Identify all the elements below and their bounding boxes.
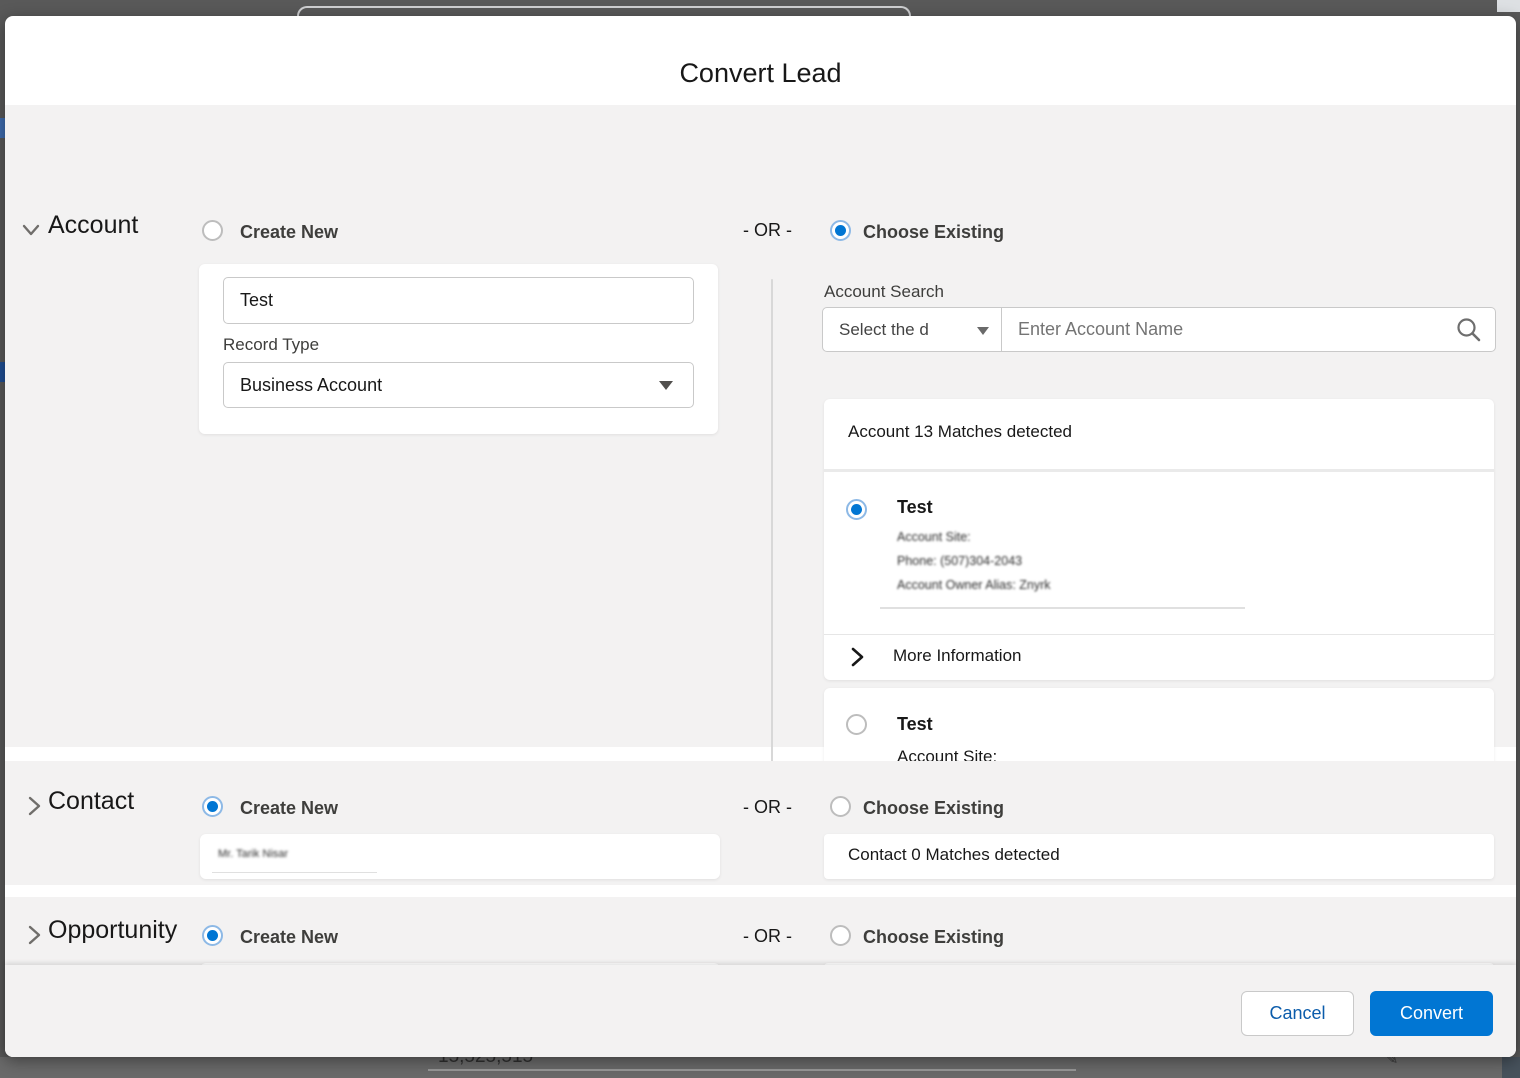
page-behind-overlay: 15,525,515 ✎ bbox=[0, 1057, 1520, 1078]
record-type-select[interactable]: Business Account bbox=[223, 362, 694, 408]
match1-divider bbox=[880, 607, 1245, 609]
account-choose-existing-radio[interactable] bbox=[830, 220, 851, 241]
account-create-new-label: Create New bbox=[240, 222, 338, 243]
convert-button[interactable]: Convert bbox=[1370, 991, 1493, 1036]
account-match1-radio[interactable] bbox=[846, 499, 867, 520]
contact-choose-existing-label: Choose Existing bbox=[863, 798, 1004, 819]
contact-name-field[interactable]: Mr. Tarik Nisar bbox=[200, 834, 720, 879]
account-match2-name: Test bbox=[897, 714, 933, 735]
opportunity-or-separator: - OR - bbox=[743, 926, 792, 947]
contact-section-label: Contact bbox=[48, 787, 134, 816]
opportunity-choose-existing-radio[interactable] bbox=[830, 925, 851, 946]
modal-title: Convert Lead bbox=[5, 58, 1516, 89]
chevron-right-icon[interactable] bbox=[24, 794, 44, 818]
account-match1-name: Test bbox=[897, 497, 933, 518]
background-underline bbox=[428, 1069, 1076, 1071]
convert-button-label: Convert bbox=[1400, 1003, 1463, 1024]
background-partial-number: 15,525,515 bbox=[438, 1057, 533, 1068]
cancel-button[interactable]: Cancel bbox=[1241, 991, 1354, 1036]
opportunity-create-new-radio[interactable] bbox=[202, 925, 223, 946]
account-name-input[interactable] bbox=[223, 277, 694, 324]
account-match1-site: Account Site: bbox=[897, 530, 971, 544]
more-information-row[interactable]: More Information bbox=[824, 634, 1494, 680]
account-section: Account Create New - OR - Choose Existin… bbox=[5, 105, 1516, 747]
record-type-label: Record Type bbox=[223, 335, 319, 355]
account-or-separator: - OR - bbox=[743, 220, 792, 241]
account-section-label: Account bbox=[48, 211, 138, 240]
search-scope-select[interactable]: Select the d bbox=[822, 307, 1002, 352]
account-matches-header: Account 13 Matches detected bbox=[848, 422, 1072, 442]
contact-section: Contact Create New - OR - Choose Existin… bbox=[5, 761, 1516, 885]
column-divider bbox=[771, 279, 773, 771]
opportunity-create-new-label: Create New bbox=[240, 927, 338, 948]
contact-matches-box: Contact 0 Matches detected bbox=[824, 834, 1494, 879]
chevron-right-icon[interactable] bbox=[24, 923, 44, 947]
pencil-icon: ✎ bbox=[1385, 1057, 1398, 1069]
chevron-down-icon bbox=[977, 327, 989, 335]
account-search-group: Select the d bbox=[822, 307, 1496, 352]
chevron-down-icon bbox=[659, 381, 673, 390]
contact-name-value: Mr. Tarik Nisar bbox=[218, 848, 288, 860]
search-icon[interactable] bbox=[1455, 316, 1482, 343]
account-match2-radio[interactable] bbox=[846, 714, 867, 735]
contact-choose-existing-radio[interactable] bbox=[830, 796, 851, 817]
contact-matches-text: Contact 0 Matches detected bbox=[848, 845, 1060, 865]
opportunity-choose-existing-label: Choose Existing bbox=[863, 927, 1004, 948]
cancel-button-label: Cancel bbox=[1269, 1003, 1325, 1024]
account-matches-card: Account 13 Matches detected Test Account… bbox=[824, 399, 1494, 680]
background-topright-fragment bbox=[1497, 0, 1520, 12]
account-choose-existing-label: Choose Existing bbox=[863, 222, 1004, 243]
matches-header-divider bbox=[824, 469, 1494, 472]
contact-create-new-radio[interactable] bbox=[202, 796, 223, 817]
more-information-label: More Information bbox=[893, 646, 1022, 666]
convert-lead-modal: Convert Lead Account Create New - OR - C… bbox=[5, 16, 1516, 1057]
chevron-right-icon[interactable] bbox=[848, 646, 866, 668]
background-scrollbar-fragment bbox=[1502, 1057, 1520, 1078]
contact-create-new-label: Create New bbox=[240, 798, 338, 819]
opportunity-section-label: Opportunity bbox=[48, 916, 177, 945]
opportunity-section: Opportunity Create New - OR - Choose Exi… bbox=[5, 897, 1516, 965]
contact-field-underline bbox=[212, 872, 377, 873]
chevron-down-icon[interactable] bbox=[20, 219, 42, 241]
contact-or-separator: - OR - bbox=[743, 797, 792, 818]
account-match1-alias: Account Owner Alias: Znyrk bbox=[897, 578, 1051, 592]
account-search-input[interactable] bbox=[1002, 307, 1496, 352]
account-match1-phone: Phone: (507)304-2043 bbox=[897, 554, 1022, 568]
modal-footer: Cancel Convert bbox=[5, 965, 1516, 1057]
search-scope-value: Select the d bbox=[839, 320, 929, 340]
account-search-label: Account Search bbox=[824, 282, 944, 302]
account-create-new-radio[interactable] bbox=[202, 220, 223, 241]
account-create-new-card: Record Type Business Account bbox=[199, 264, 718, 434]
record-type-value: Business Account bbox=[240, 375, 382, 396]
